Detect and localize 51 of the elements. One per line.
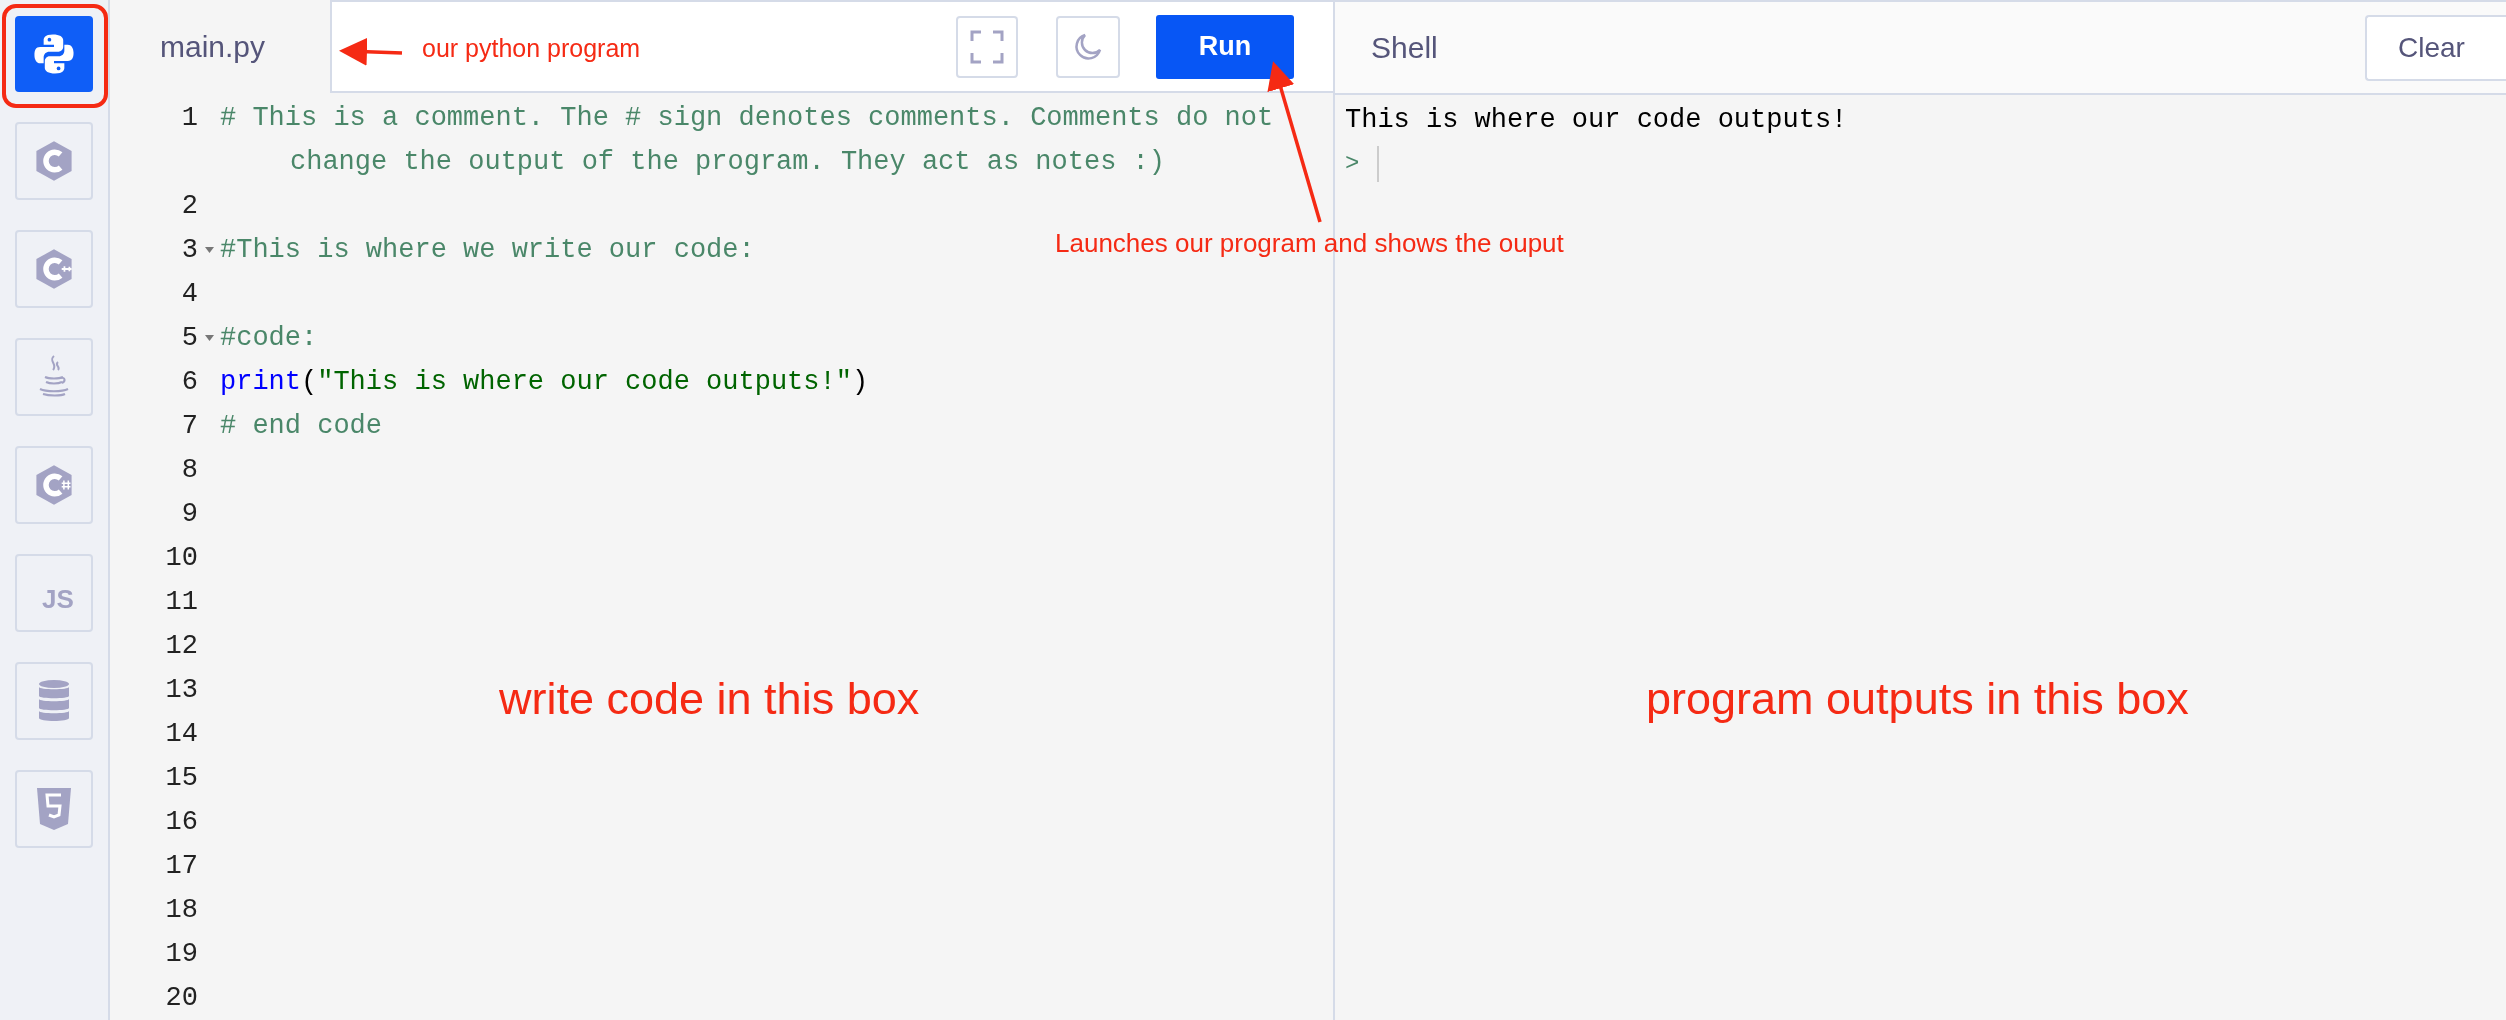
moon-icon — [1073, 31, 1103, 62]
text-cursor[interactable] — [1377, 146, 1380, 182]
fold-arrow-icon[interactable] — [204, 335, 214, 341]
line-number: 20 — [165, 982, 198, 1015]
code-line: # end code — [220, 410, 383, 443]
language-button[interactable] — [15, 770, 93, 848]
line-number: 4 — [181, 278, 198, 311]
annotation-text: our python program — [422, 36, 641, 61]
html5-shield-icon — [34, 786, 74, 832]
line-number: 7 — [181, 410, 198, 443]
line-number: 3 — [181, 234, 198, 267]
code-line: #code: — [220, 322, 318, 355]
line-number: 10 — [165, 542, 198, 575]
language-button[interactable] — [15, 446, 93, 524]
line-number: 16 — [165, 806, 198, 839]
fold-arrow-icon[interactable] — [204, 247, 214, 253]
panel-title: Shell — [1371, 30, 1438, 66]
annotation-arrow — [339, 37, 403, 66]
line-number: 11 — [165, 586, 198, 619]
output-line: This is where our code outputs! — [1345, 104, 1848, 137]
line-number: 15 — [165, 762, 198, 795]
code-line: #This is where we write our code: — [220, 234, 755, 267]
language-button[interactable] — [15, 16, 93, 92]
line-number: 18 — [165, 894, 198, 927]
code-line: print("This is where our code outputs!") — [220, 366, 869, 399]
language-button[interactable] — [15, 122, 93, 200]
line-number: 17 — [165, 850, 198, 883]
prompt-symbol: > — [1345, 149, 1360, 179]
line-number: 1 — [181, 102, 198, 135]
line-number: 5 — [181, 322, 198, 355]
language-button[interactable] — [15, 230, 93, 308]
line-number: 2 — [181, 190, 198, 223]
run-button[interactable]: Run — [1156, 14, 1294, 79]
annotation-text: Launches our program and shows the ouput — [1055, 230, 1564, 256]
annotation-text: write code in this box — [499, 676, 920, 721]
line-number: 12 — [165, 630, 198, 663]
line-number: 9 — [181, 498, 198, 531]
line-number: 8 — [181, 454, 198, 487]
theme-button[interactable] — [1056, 15, 1120, 78]
line-number: 13 — [165, 674, 198, 707]
line-number: 19 — [165, 938, 198, 971]
file-tab[interactable]: main.py — [160, 24, 266, 69]
line-number: 14 — [165, 718, 198, 751]
fullscreen-button[interactable] — [956, 15, 1018, 78]
language-button[interactable] — [15, 662, 93, 740]
annotation-text: program outputs in this box — [1646, 676, 2189, 721]
language-button[interactable] — [15, 338, 93, 416]
code-line: # This is a comment. The # sign denotes comments. Comments do not change the output of the program. They act as notes :) — [220, 102, 1275, 179]
clear-button[interactable]: Clear — [2365, 14, 2506, 81]
fullscreen-icon — [970, 29, 1004, 64]
line-number: 6 — [181, 366, 198, 399]
